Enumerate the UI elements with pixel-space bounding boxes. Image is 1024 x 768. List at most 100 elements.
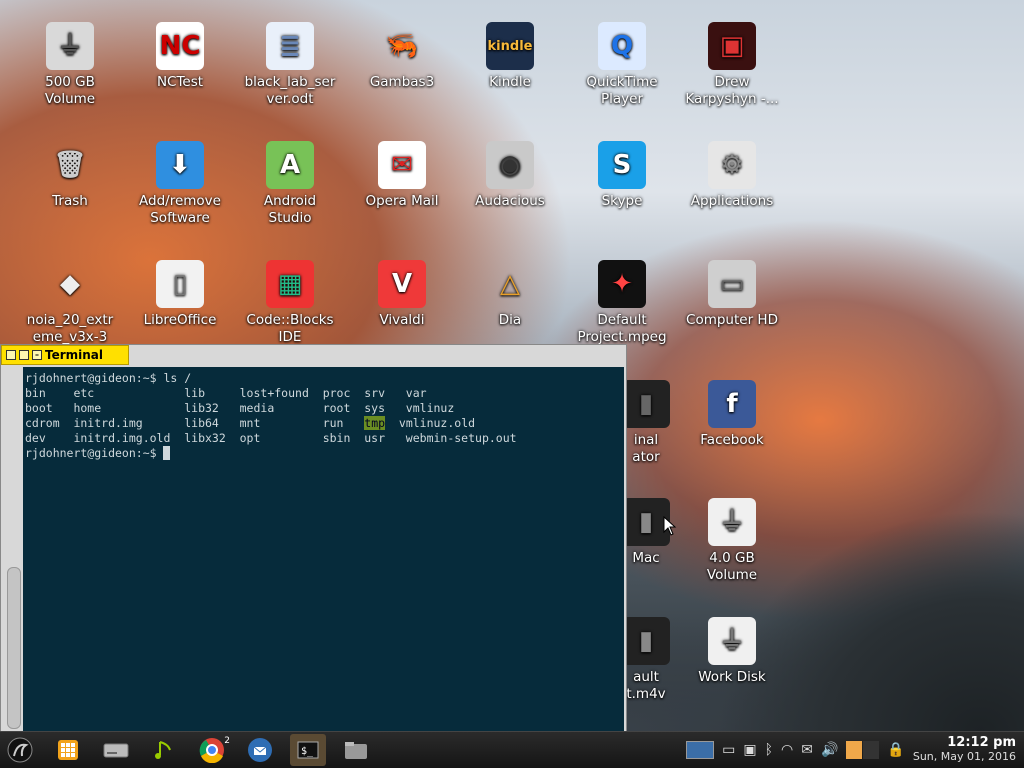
- desktop-icon[interactable]: ⏚ 500 GB Volume: [20, 22, 120, 108]
- desktop-icon-glyph: ◆: [60, 268, 80, 299]
- desktop-icon[interactable]: ▦Code::Blocks IDE: [240, 260, 340, 346]
- desktop-icon[interactable]: ✉ Opera Mail: [352, 141, 452, 210]
- desktop-icon-glyph: 🦐: [385, 30, 419, 61]
- terminal-titlebar[interactable]: – Terminal: [1, 345, 129, 365]
- desktop-icon[interactable]: Q QuickTime Player: [572, 22, 672, 108]
- desktop-icon[interactable]: f Facebook: [682, 380, 782, 449]
- clock-date: Sun, May 01, 2016: [912, 750, 1016, 763]
- desktop-icon-label: Skype: [601, 193, 643, 209]
- desktop-icon-glyph: ▯: [156, 260, 204, 308]
- desktop-icon-label: Audacious: [475, 193, 545, 209]
- start-menu-icon[interactable]: [2, 734, 38, 766]
- desktop-icon-label: Opera Mail: [365, 193, 439, 209]
- desktop-icon-label: Android Studio: [263, 193, 317, 226]
- desktop-icon-glyph: ▭: [708, 260, 756, 308]
- desktop-icon-label: 500 GB Volume: [44, 74, 96, 107]
- window-minimize-icon[interactable]: –: [32, 350, 42, 360]
- desktop-icon-glyph: ≣: [266, 22, 314, 70]
- desktop-icon-glyph: ⏚: [46, 22, 94, 70]
- desktop-icon-glyph: Q: [598, 22, 646, 70]
- desktop-icon-label: Kindle: [489, 74, 531, 90]
- desktop-icon[interactable]: ≣ black_lab_ser ver.odt: [240, 22, 340, 108]
- workspace-switcher[interactable]: [846, 741, 880, 759]
- desktop-icon-label: 4.0 GB Volume: [706, 550, 758, 583]
- terminal-prompt: rjdohnert@gideon:~$: [25, 446, 164, 460]
- clock-time: 12:12 pm: [947, 735, 1016, 750]
- desktop-icon[interactable]: ▯ LibreOffice: [130, 260, 230, 329]
- desktop-icon[interactable]: ▣ Drew Karpyshyn -...: [682, 22, 782, 108]
- desktop-icon[interactable]: NC NCTest: [130, 22, 230, 91]
- music-player-icon[interactable]: [146, 734, 182, 766]
- desktop-icon-label: Add/remove Software: [139, 193, 221, 226]
- lock-icon[interactable]: 🔒: [887, 742, 904, 758]
- desktop-icon[interactable]: S Skype: [572, 141, 672, 210]
- desktop-icon[interactable]: ⚙ Applications: [682, 141, 782, 210]
- wifi-icon[interactable]: ◠: [781, 742, 793, 758]
- terminal-title: Terminal: [45, 348, 104, 362]
- terminal-line-4: cdrom initrd.img lib64 mnt run: [25, 416, 365, 430]
- desktop-icon[interactable]: kindle Kindle: [460, 22, 560, 91]
- clock[interactable]: 12:12 pm Sun, May 01, 2016: [913, 736, 1016, 764]
- desktop-icon[interactable]: V Vivaldi: [352, 260, 452, 329]
- taskbar: 2 $_ ▭ ▣ ᛒ ◠ ✉ 🔊 🔒 12:12 pm Sun, May 01,…: [0, 731, 1024, 768]
- desktop-icon-label: Trash: [52, 193, 88, 209]
- desktop-icon-glyph: ⬇: [156, 141, 204, 189]
- desktop-icon-label: Code::Blocks IDE: [246, 312, 334, 345]
- desktop-icon[interactable]: A Android Studio: [240, 141, 340, 227]
- terminal-output[interactable]: rjdohnert@gideon:~$ ls / bin etc lib los…: [23, 367, 624, 733]
- desktop-icon[interactable]: △ Dia: [460, 260, 560, 329]
- desktop-icon-label: Dia: [498, 312, 522, 328]
- desktop-icon[interactable]: ⏚ Work Disk: [682, 617, 782, 686]
- mouse-pointer-icon: [663, 516, 677, 536]
- desktop-icon[interactable]: ◆ noia_20_extr eme_v3x-3: [20, 260, 120, 346]
- workspace-icon[interactable]: [686, 741, 715, 759]
- desktop-icon-label: Vivaldi: [379, 312, 425, 328]
- mail-icon[interactable]: ✉: [801, 742, 813, 758]
- desktop-icon-glyph: ◉: [486, 141, 534, 189]
- desktop-icon-glyph: 🗑: [53, 149, 87, 180]
- desktop-icon-glyph: ▮: [622, 380, 670, 428]
- network-drive-icon[interactable]: ▭: [722, 742, 735, 758]
- desktop-icon[interactable]: ⬇ Add/remove Software: [130, 141, 230, 227]
- desktop-icon-glyph: △: [500, 268, 520, 299]
- desktop-icon-glyph: NC: [156, 22, 204, 70]
- removable-media-icon[interactable]: ▣: [743, 742, 756, 758]
- terminal-line-3: boot home lib32 media root sys vmlinuz: [25, 401, 455, 415]
- file-manager-icon[interactable]: [338, 734, 374, 766]
- desktop-icon-glyph: V: [378, 260, 426, 308]
- terminal-taskbar-button[interactable]: $_: [290, 734, 326, 766]
- terminal-line-5: dev initrd.img.old libx32 opt sbin usr w…: [25, 431, 517, 445]
- svg-text:$_: $_: [301, 746, 314, 757]
- tmp-dir-entry: tmp: [364, 416, 386, 430]
- thunderbird-icon[interactable]: [242, 734, 278, 766]
- desktop-icon-label: Default Project.mpeg: [577, 312, 667, 345]
- desktop-icon-glyph: ⏚: [708, 498, 756, 546]
- terminal-scrollbar[interactable]: [7, 567, 21, 729]
- desktop-icon[interactable]: 🗑 Trash: [20, 141, 120, 210]
- terminal-window[interactable]: – Terminal rjdohnert@gideon:~$ ls / bin …: [0, 344, 627, 736]
- desktop-icon-label: Facebook: [700, 432, 764, 448]
- vmlinuz-old-entry: vmlinuz.old: [385, 416, 476, 430]
- desktop-icon[interactable]: ◉ Audacious: [460, 141, 560, 210]
- desktop-icon-glyph: ▦: [266, 260, 314, 308]
- desktop-icon[interactable]: ✦ Default Project.mpeg: [572, 260, 672, 346]
- bluetooth-icon[interactable]: ᛒ: [765, 742, 773, 758]
- window-restore-icon[interactable]: [19, 350, 29, 360]
- desktop-icon-label: noia_20_extr eme_v3x-3: [26, 312, 114, 345]
- desktop-icon-glyph: ⚙: [708, 141, 756, 189]
- desktop-icon[interactable]: ▭ Computer HD: [682, 260, 782, 329]
- app-grid-icon[interactable]: [50, 734, 86, 766]
- volume-icon[interactable]: 🔊: [821, 742, 838, 758]
- chrome-browser-icon[interactable]: 2: [194, 734, 230, 766]
- desktop-icon-glyph: A: [266, 141, 314, 189]
- desktop-icon-glyph: ▮: [622, 617, 670, 665]
- window-menu-icon[interactable]: [6, 350, 16, 360]
- desktop-icon-label: Drew Karpyshyn -...: [685, 74, 779, 107]
- desktop-icon[interactable]: 🦐 Gambas3: [352, 22, 452, 91]
- desktop-icon[interactable]: ⏚ 4.0 GB Volume: [682, 498, 782, 584]
- desktop-icon-label: Computer HD: [686, 312, 778, 328]
- desktop-icon-glyph: kindle: [486, 22, 534, 70]
- chrome-window-count: 2: [224, 736, 230, 746]
- drive-icon[interactable]: [98, 734, 134, 766]
- desktop-icon-label: QuickTime Player: [586, 74, 658, 107]
